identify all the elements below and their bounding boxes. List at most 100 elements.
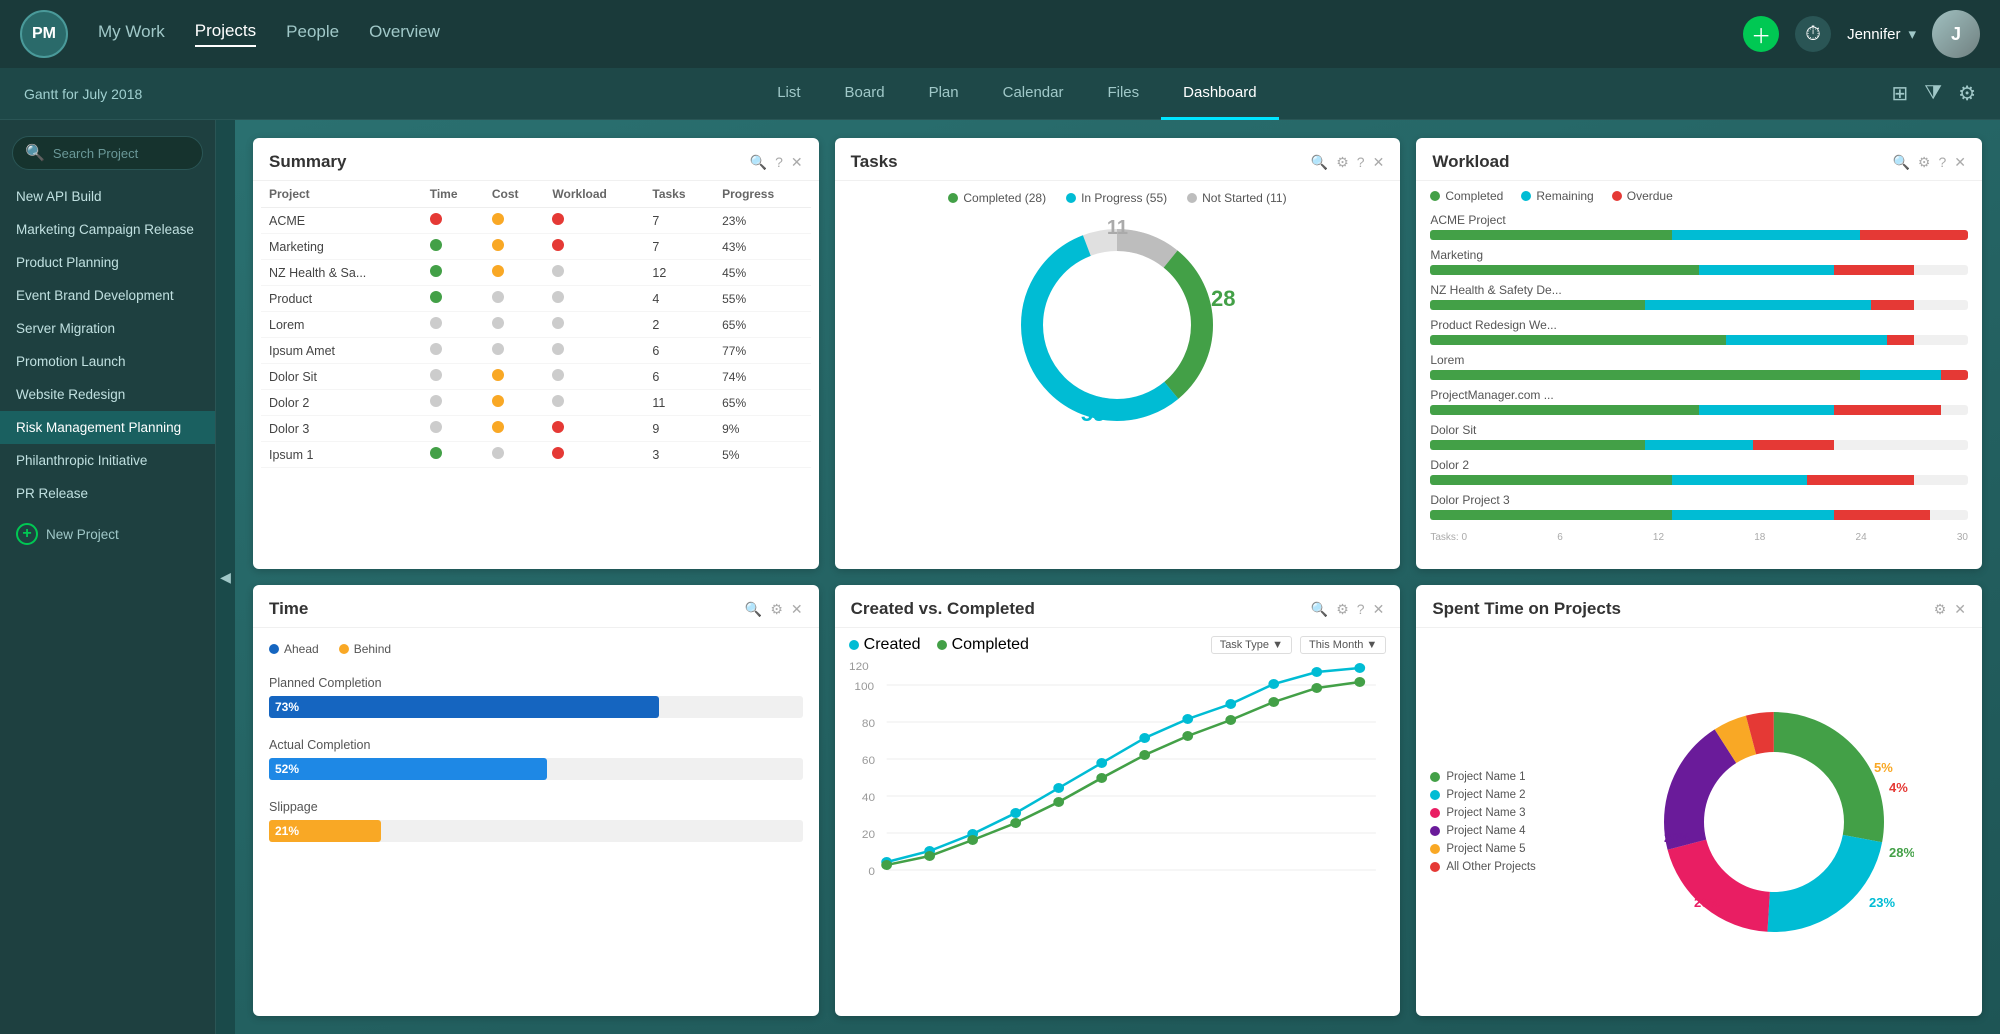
this-month-filter[interactable]: This Month ▼ — [1300, 636, 1386, 654]
workload-search-icon[interactable]: 🔍 — [1892, 154, 1909, 171]
svg-text:4%: 4% — [1889, 780, 1908, 795]
workload-row: Dolor Project 3 — [1430, 493, 1968, 520]
sidebar-item-philanthropic[interactable]: Philanthropic Initiative — [0, 444, 215, 477]
sidebar-item-pr-release[interactable]: PR Release — [0, 477, 215, 510]
new-project-button[interactable]: + New Project — [0, 514, 215, 554]
spent-label-5: Project Name 5 — [1446, 843, 1525, 855]
cvc-completed-label: Completed — [952, 636, 1029, 654]
cvc-settings-icon[interactable]: ⚙ — [1336, 601, 1349, 618]
spent-item-4: Project Name 4 — [1430, 825, 1570, 837]
search-input[interactable] — [53, 146, 190, 161]
task-type-filter[interactable]: Task Type ▼ — [1211, 636, 1292, 654]
cvc-search-icon[interactable]: 🔍 — [1311, 601, 1328, 618]
workload-row: Dolor 2 — [1430, 458, 1968, 485]
workload-row-label: Dolor 2 — [1430, 458, 1590, 472]
search-box[interactable]: 🔍 — [12, 136, 203, 170]
time-behind: Behind — [339, 642, 391, 656]
spent-label-3: Project Name 3 — [1446, 807, 1525, 819]
spent-dot-2 — [1430, 790, 1440, 800]
behind-dot — [339, 644, 349, 654]
time-row-planned: Planned Completion 73% — [269, 676, 803, 718]
spent-item-5: Project Name 5 — [1430, 843, 1570, 855]
filter-icon[interactable]: ⧩ — [1924, 82, 1942, 105]
wbar-completed — [1430, 475, 1672, 485]
add-button[interactable]: ＋ — [1743, 16, 1779, 52]
sidebar-collapse-button[interactable]: ◀ — [215, 120, 235, 1034]
tasks-cell: 3 — [644, 442, 714, 468]
wbar-remaining — [1860, 370, 1941, 380]
user-menu[interactable]: Jennifer ▾ — [1847, 25, 1916, 43]
main-content: Summary 🔍 ? ✕ Project Time Cost Workload — [235, 120, 2000, 1034]
tab-list[interactable]: List — [755, 68, 822, 120]
progress-cell: 65% — [714, 390, 811, 416]
workload-settings-icon[interactable]: ⚙ — [1918, 154, 1931, 171]
sidebar-item-product-planning[interactable]: Product Planning — [0, 246, 215, 279]
sidebar-item-event-brand[interactable]: Event Brand Development — [0, 279, 215, 312]
cvc-help-icon[interactable]: ? — [1357, 601, 1365, 617]
nav-people[interactable]: People — [286, 22, 339, 46]
summary-card-body: Project Time Cost Workload Tasks Progres… — [253, 181, 819, 569]
progress-cell: 55% — [714, 286, 811, 312]
sidebar-item-new-api-build[interactable]: New API Build — [0, 180, 215, 213]
sidebar-item-server-migration[interactable]: Server Migration — [0, 312, 215, 345]
avatar[interactable]: J — [1932, 10, 1980, 58]
project-name: Dolor 3 — [261, 416, 422, 442]
grid-icon[interactable]: ⊞ — [1891, 81, 1908, 106]
time-cell — [422, 208, 484, 234]
svg-text:80: 80 — [862, 718, 875, 730]
wbar-remaining — [1645, 300, 1871, 310]
in-progress-dot — [1066, 193, 1076, 203]
spent-settings-icon[interactable]: ⚙ — [1934, 601, 1947, 618]
tab-plan[interactable]: Plan — [907, 68, 981, 120]
tab-dashboard[interactable]: Dashboard — [1161, 68, 1278, 120]
cvc-filters: Task Type ▼ This Month ▼ — [1211, 636, 1387, 654]
tasks-search-icon[interactable]: 🔍 — [1311, 154, 1328, 171]
workload-cell — [544, 442, 644, 468]
tasks-help-icon[interactable]: ? — [1357, 154, 1365, 170]
time-search-icon[interactable]: 🔍 — [745, 601, 762, 618]
workload-help-icon[interactable]: ? — [1938, 154, 1946, 170]
wbar-overdue — [1807, 475, 1915, 485]
spent-dot-6 — [1430, 862, 1440, 872]
slippage-label: Slippage — [269, 800, 803, 814]
project-name: Dolor Sit — [261, 364, 422, 390]
cost-cell — [484, 260, 545, 286]
nav-projects[interactable]: Projects — [195, 21, 256, 47]
summary-search-icon[interactable]: 🔍 — [750, 154, 767, 171]
tab-calendar[interactable]: Calendar — [981, 68, 1086, 120]
tasks-close-icon[interactable]: ✕ — [1373, 154, 1385, 171]
tasks-settings-icon[interactable]: ⚙ — [1336, 154, 1349, 171]
time-settings-icon[interactable]: ⚙ — [770, 601, 783, 618]
pm-logo[interactable]: PM — [20, 10, 68, 58]
summary-help-icon[interactable]: ? — [775, 154, 783, 170]
cvc-created-label: Created — [864, 636, 921, 654]
tasks-cell: 11 — [644, 390, 714, 416]
nav-overview[interactable]: Overview — [369, 22, 440, 46]
sidebar-item-promotion-launch[interactable]: Promotion Launch — [0, 345, 215, 378]
clock-button[interactable]: ⏱ — [1795, 16, 1831, 52]
wl-remaining: Remaining — [1521, 189, 1593, 203]
settings-icon[interactable]: ⚙ — [1958, 81, 1976, 106]
completed-label: Completed (28) — [963, 191, 1046, 205]
time-cell — [422, 416, 484, 442]
project-name: Product — [261, 286, 422, 312]
main-layout: 🔍 New API Build Marketing Campaign Relea… — [0, 120, 2000, 1034]
spent-item-3: Project Name 3 — [1430, 807, 1570, 819]
sidebar-item-risk-management[interactable]: Risk Management Planning — [0, 411, 215, 444]
spent-dot-3 — [1430, 808, 1440, 818]
spent-close-icon[interactable]: ✕ — [1954, 601, 1966, 618]
time-close-icon[interactable]: ✕ — [791, 601, 803, 618]
spent-pie: 5% 4% 28% 23% 20% 20% — [1634, 682, 1914, 962]
nav-my-work[interactable]: My Work — [98, 22, 165, 46]
summary-close-icon[interactable]: ✕ — [791, 154, 803, 171]
col-workload: Workload — [544, 181, 644, 208]
sidebar-item-marketing-campaign[interactable]: Marketing Campaign Release — [0, 213, 215, 246]
workload-close-icon[interactable]: ✕ — [1954, 154, 1966, 171]
cvc-close-icon[interactable]: ✕ — [1373, 601, 1385, 618]
sidebar-item-website-redesign[interactable]: Website Redesign — [0, 378, 215, 411]
tab-files[interactable]: Files — [1085, 68, 1161, 120]
tab-board[interactable]: Board — [823, 68, 907, 120]
summary-title: Summary — [269, 152, 742, 172]
workload-card: Workload 🔍 ⚙ ? ✕ Completed Remainin — [1416, 138, 1982, 569]
in-progress-label: In Progress (55) — [1081, 191, 1167, 205]
